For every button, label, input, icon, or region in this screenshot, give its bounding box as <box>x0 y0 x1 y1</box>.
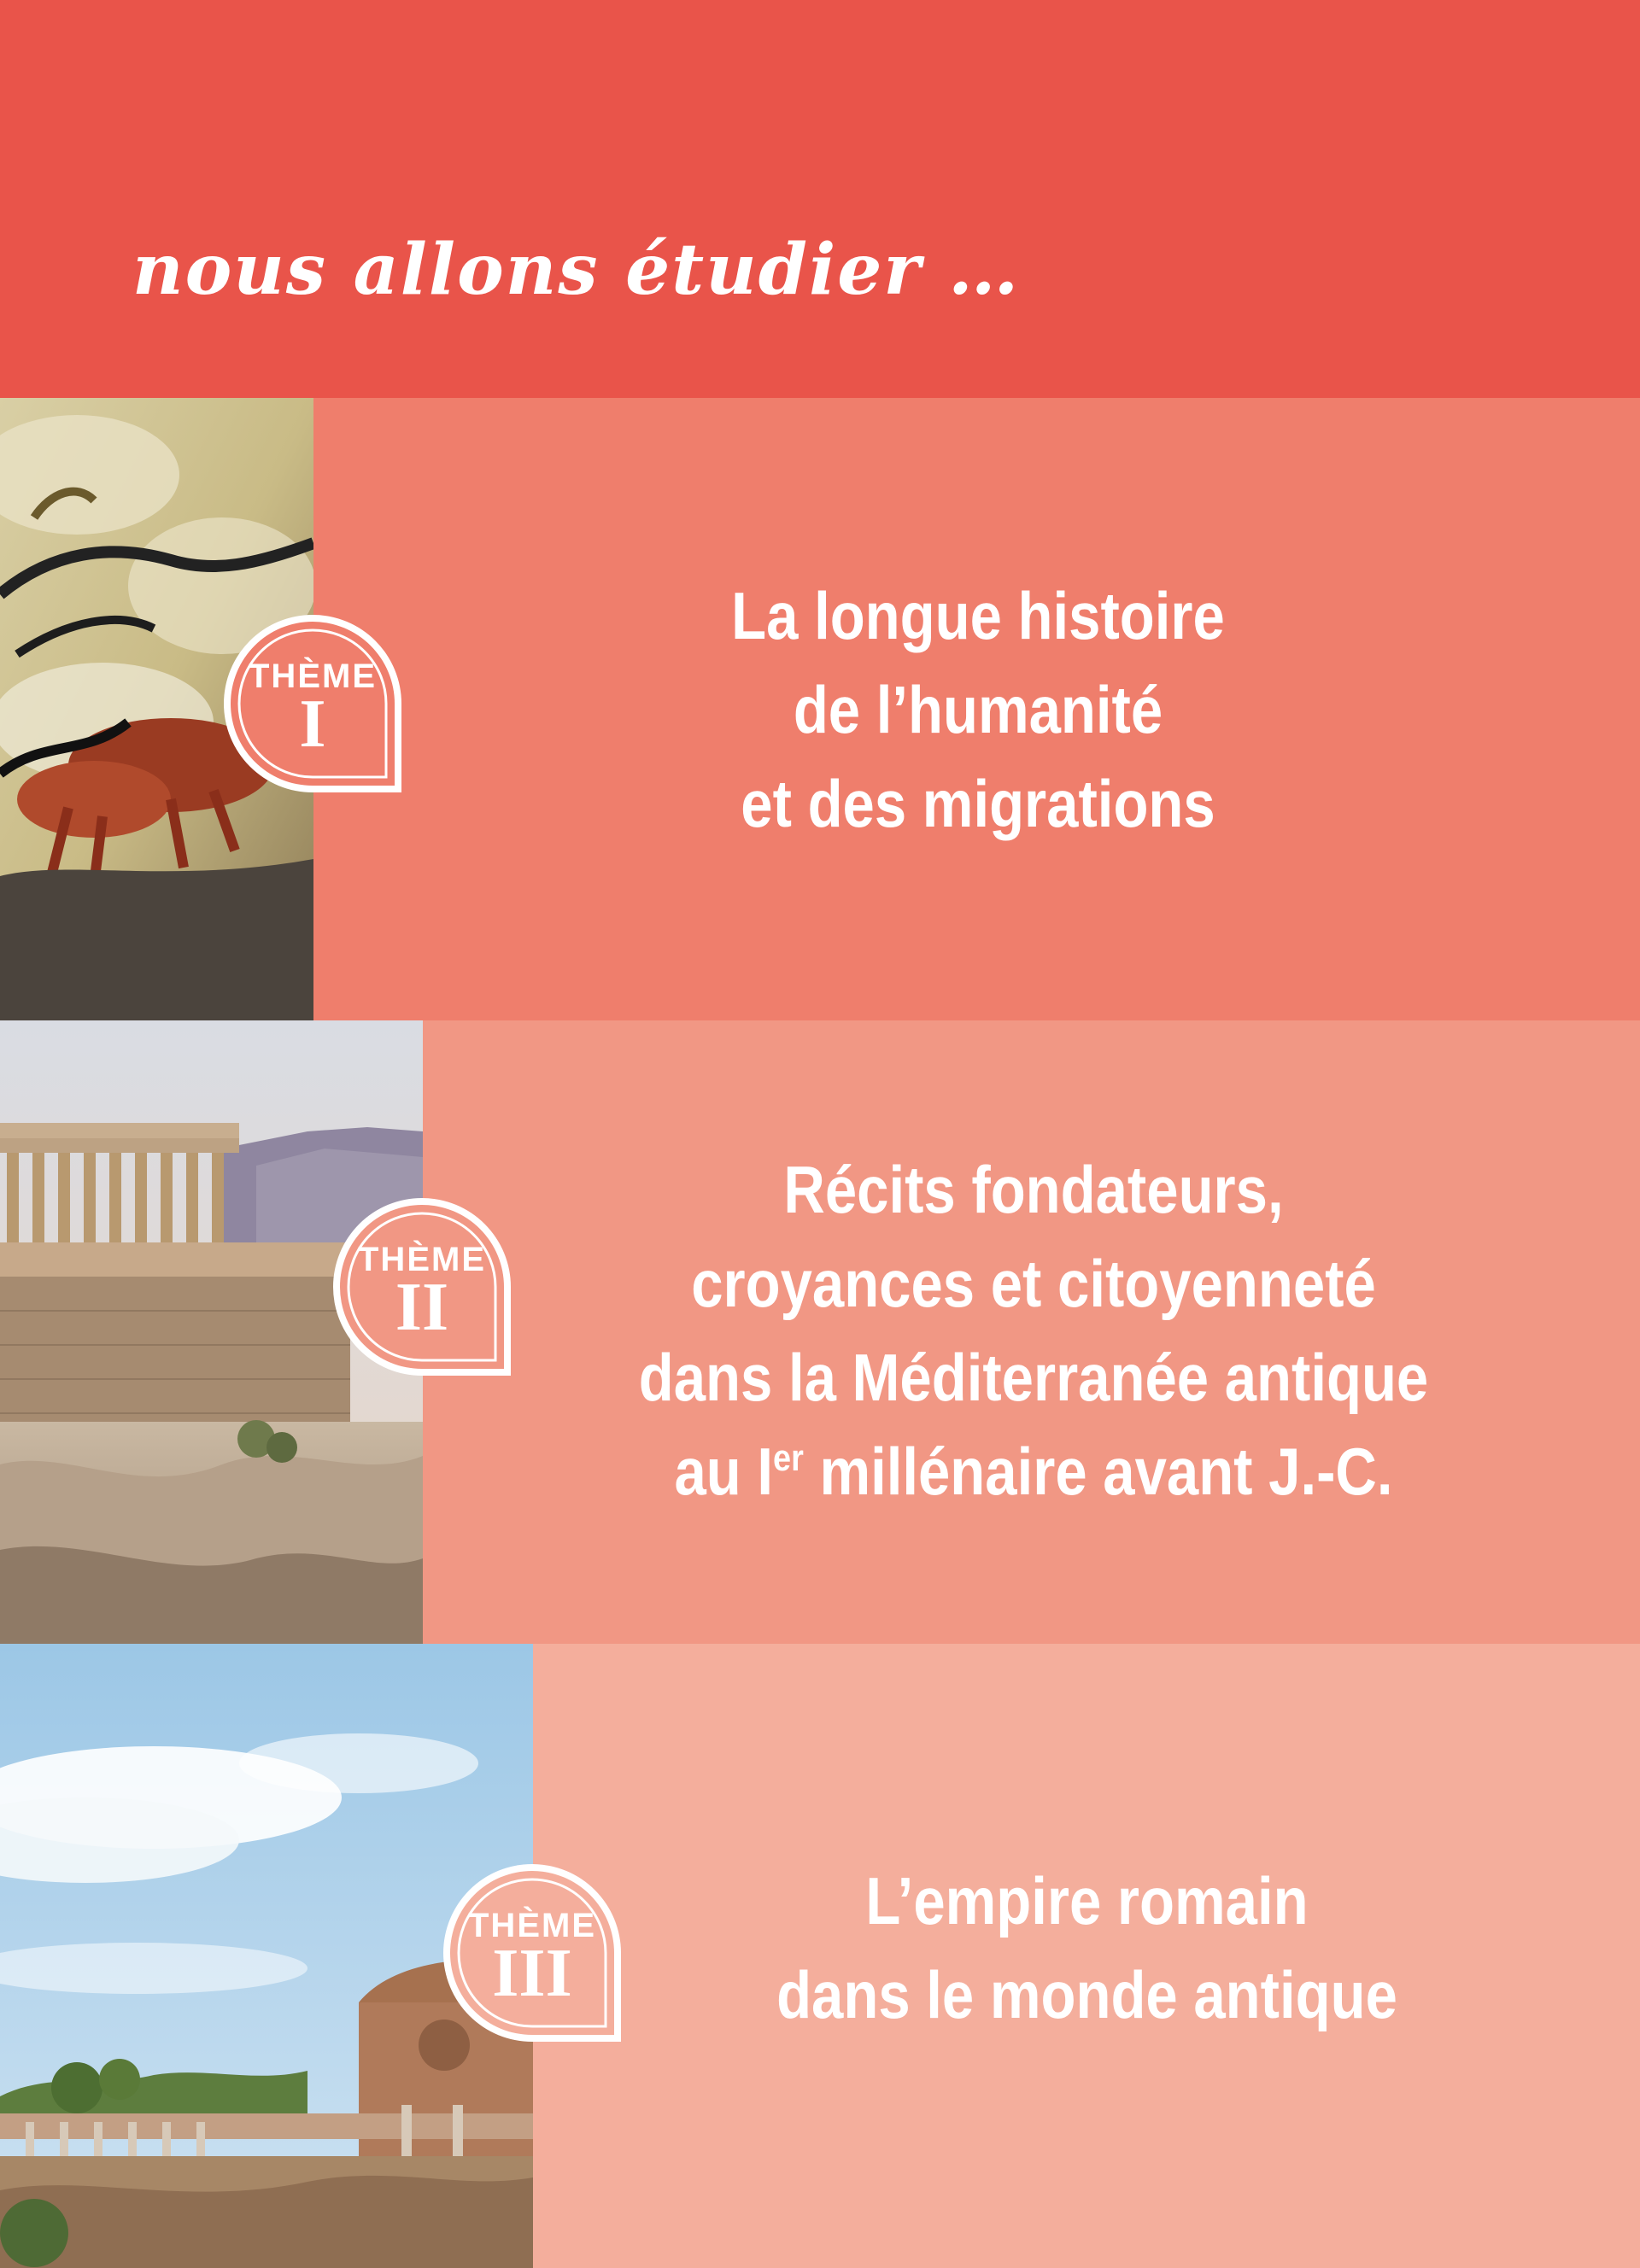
theme-3-title-line: L’empire romain <box>865 1863 1309 1938</box>
theme-2-numeral: II <box>395 1270 449 1345</box>
theme-1-title-line: et des migrations <box>741 766 1215 841</box>
theme-2-badge: THÈME II <box>321 1186 523 1388</box>
theme-2-title-line: croyances et citoyenneté <box>691 1246 1376 1321</box>
theme-2-title-line: Récits fondateurs, <box>783 1152 1284 1227</box>
theme-2-title-line: dans la Méditerranée antique <box>638 1340 1429 1415</box>
theme-band-1[interactable]: THÈME I La longue histoire de l’humanité… <box>0 398 1640 1020</box>
theme-1-title: La longue histoire de l’humanité et des … <box>483 569 1474 850</box>
theme-band-3[interactable]: THÈME III L’empire romain dans le monde … <box>0 1644 1640 2268</box>
theme-1-badge: THÈME I <box>212 603 413 804</box>
theme-1-numeral: I <box>299 687 326 762</box>
theme-3-title: L’empire romain dans le monde antique <box>593 1854 1581 2042</box>
theme-1-title-line: La longue histoire <box>731 578 1225 653</box>
theme-3-title-line: dans le monde antique <box>776 1957 1397 2032</box>
page-title: nous allons étudier … <box>132 229 1021 311</box>
theme-band-2[interactable]: THÈME II Récits fondateurs, croyances et… <box>0 1020 1640 1644</box>
theme-1-title-line: de l’humanité <box>793 672 1163 747</box>
page-header: nous allons étudier … <box>0 0 1640 398</box>
theme-2-title-line: au Ier millénaire avant J.-C. <box>674 1434 1393 1509</box>
theme-2-title: Récits fondateurs, croyances et citoyenn… <box>545 1143 1522 1518</box>
